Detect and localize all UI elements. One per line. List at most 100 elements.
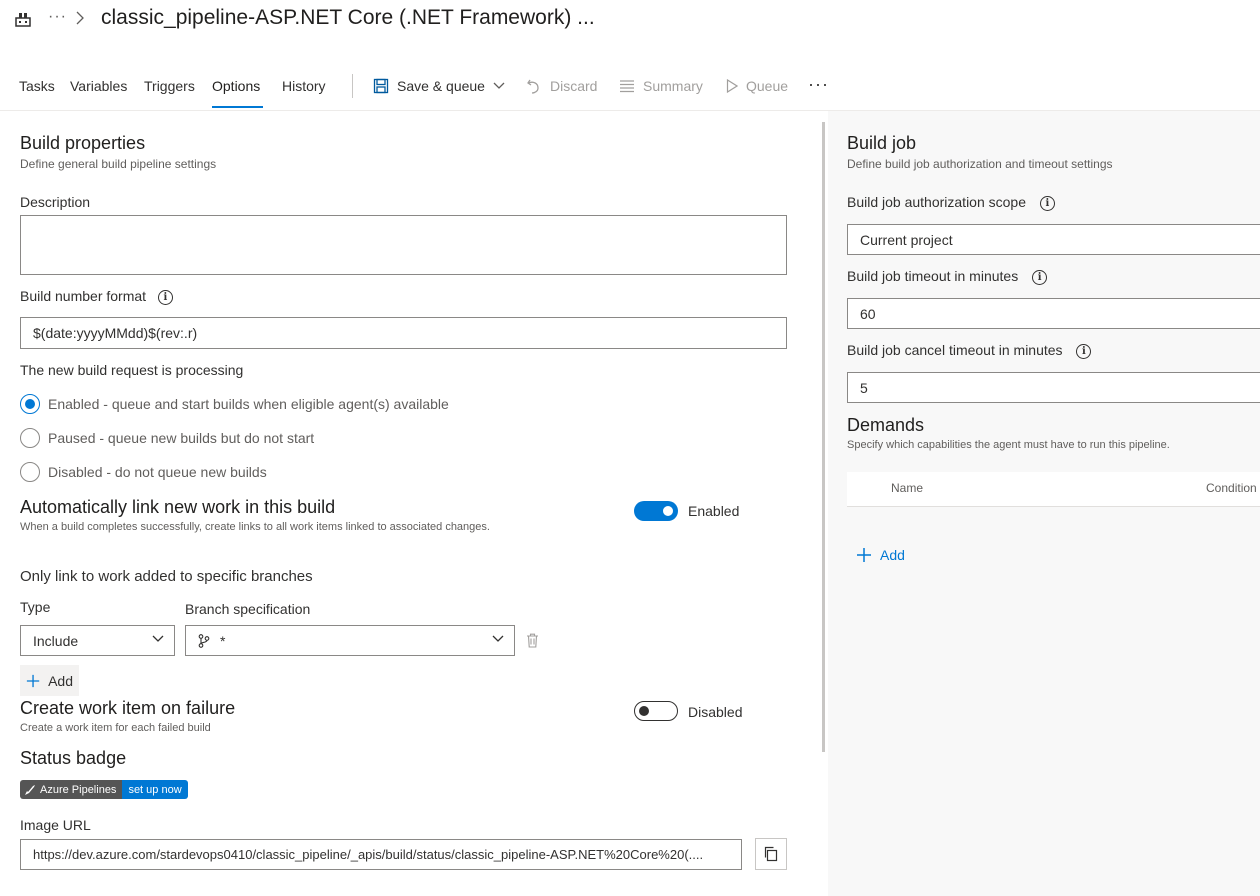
branch-dropdown-value: * <box>220 632 226 649</box>
work-item-failure-toggle-label: Disabled <box>688 704 743 720</box>
tab-bar: Tasks Variables Triggers Options History… <box>0 70 1260 110</box>
badge-right-text: set up now <box>122 780 188 799</box>
plus-icon <box>857 548 871 562</box>
add-demand-label: Add <box>880 547 905 563</box>
build-properties-subtitle: Define general build pipeline settings <box>20 157 217 171</box>
radio-selected-icon <box>20 394 40 414</box>
tab-triggers[interactable]: Triggers <box>144 78 195 94</box>
summary-label: Summary <box>643 78 703 94</box>
tab-history[interactable]: History <box>282 78 326 94</box>
auto-link-subtitle: When a build completes successfully, cre… <box>20 521 490 533</box>
tab-variables[interactable]: Variables <box>70 78 127 94</box>
cancel-timeout-text: Build job cancel timeout in minutes <box>847 342 1063 358</box>
radio-unselected-icon <box>20 428 40 448</box>
chevron-down-icon <box>152 635 164 642</box>
build-properties-title: Build properties <box>20 133 146 153</box>
plus-icon <box>26 674 40 687</box>
build-number-format-input[interactable]: $(date:yyyyMMdd)$(rev:.r) <box>20 317 787 349</box>
add-demand-button[interactable]: Add <box>850 540 911 570</box>
list-icon <box>620 80 634 93</box>
build-number-format-text: Build number format <box>20 288 147 304</box>
branch-icon <box>198 633 210 648</box>
cancel-timeout-input[interactable]: 5 <box>847 372 1260 403</box>
timeout-input[interactable]: 60 <box>847 298 1260 329</box>
add-branch-label: Add <box>48 672 73 689</box>
radio-disabled[interactable]: Disabled - do not queue new builds <box>20 462 267 482</box>
demands-title: Demands <box>847 415 925 435</box>
page-title: classic_pipeline-ASP.NET Core (.NET Fram… <box>101 6 595 29</box>
undo-icon <box>527 79 539 94</box>
status-badge-title: Status badge <box>20 748 127 768</box>
chevron-down-icon <box>493 82 505 89</box>
save-icon <box>373 78 389 94</box>
pipeline-icon <box>15 13 31 27</box>
build-job-title: Build job <box>847 133 917 153</box>
image-url-label: Image URL <box>20 817 91 833</box>
info-icon[interactable]: i <box>1032 269 1048 285</box>
work-item-failure-title: Create work item on failure <box>20 698 236 718</box>
timeout-text: Build job timeout in minutes <box>847 268 1019 284</box>
active-tab-indicator <box>212 106 263 108</box>
info-icon[interactable]: i <box>157 289 173 305</box>
processing-label: The new build request is processing <box>20 362 244 378</box>
radio-enabled[interactable]: Enabled - queue and start builds when el… <box>20 394 449 414</box>
more-actions-button[interactable]: ··· <box>808 74 829 95</box>
auth-scope-label: Build job authorization scope i <box>847 194 1055 211</box>
radio-disabled-label: Disabled - do not queue new builds <box>48 464 267 480</box>
chevron-down-icon <box>492 635 504 642</box>
save-queue-label: Save & queue <box>397 78 485 94</box>
image-url-field[interactable]: https://dev.azure.com/stardevops0410/cla… <box>20 839 742 870</box>
branches-title: Only link to work added to specific bran… <box>20 568 313 585</box>
discard-button[interactable]: Discard <box>526 78 597 94</box>
play-icon <box>726 79 738 93</box>
queue-label: Queue <box>746 78 789 94</box>
auto-link-toggle-label: Enabled <box>688 503 740 519</box>
summary-button[interactable]: Summary <box>619 78 703 94</box>
auto-link-toggle[interactable] <box>634 501 678 521</box>
info-icon[interactable]: i <box>1076 343 1092 359</box>
work-item-failure-subtitle: Create a work item for each failed build <box>20 722 211 734</box>
build-job-subtitle: Define build job authorization and timeo… <box>847 157 1113 171</box>
add-branch-button[interactable]: Add <box>20 665 79 696</box>
chevron-right-icon <box>76 11 84 25</box>
badge-left: Azure Pipelines <box>20 780 123 799</box>
radio-enabled-label: Enabled - queue and start builds when el… <box>48 396 449 412</box>
panel-splitter[interactable] <box>822 122 825 752</box>
auth-scope-text: Build job authorization scope <box>847 194 1027 210</box>
copy-button[interactable] <box>755 838 787 870</box>
auth-scope-dropdown[interactable]: Current project <box>847 224 1260 255</box>
description-label: Description <box>20 194 91 210</box>
discard-label: Discard <box>550 78 598 94</box>
timeout-label: Build job timeout in minutes i <box>847 268 1048 285</box>
demands-table-header: Name Condition <box>847 472 1260 507</box>
demands-subtitle: Specify which capabilities the agent mus… <box>847 439 1170 451</box>
column-header-condition[interactable]: Condition <box>1206 481 1257 495</box>
save-queue-button[interactable]: Save & queue <box>373 78 505 94</box>
radio-paused[interactable]: Paused - queue new builds but do not sta… <box>20 428 314 448</box>
breadcrumb-more-button[interactable]: ··· <box>48 8 67 26</box>
radio-unselected-icon <box>20 462 40 482</box>
status-badge[interactable]: Azure Pipelines set up now <box>20 780 188 799</box>
branch-specification-label: Branch specification <box>185 601 311 617</box>
type-label: Type <box>20 599 51 615</box>
badge-left-text: Azure Pipelines <box>40 783 117 796</box>
column-header-name[interactable]: Name <box>891 481 923 495</box>
type-dropdown-value: Include <box>33 632 79 649</box>
trash-icon[interactable] <box>526 633 539 648</box>
tab-tasks[interactable]: Tasks <box>19 78 55 94</box>
auto-link-title: Automatically link new work in this buil… <box>20 497 336 517</box>
info-icon[interactable]: i <box>1039 195 1055 211</box>
radio-paused-label: Paused - queue new builds but do not sta… <box>48 430 315 446</box>
copy-icon <box>764 846 778 862</box>
description-input[interactable] <box>20 215 787 275</box>
build-number-format-label: Build number format i <box>20 288 173 305</box>
queue-button[interactable]: Queue <box>726 78 788 94</box>
branch-dropdown[interactable]: * <box>185 625 515 656</box>
tab-options[interactable]: Options <box>212 78 260 94</box>
header-bar: ··· classic_pipeline-ASP.NET Core (.NET … <box>0 0 1260 44</box>
azure-pipelines-icon <box>25 784 35 795</box>
toolbar-divider <box>352 74 353 98</box>
work-item-failure-toggle[interactable] <box>634 701 678 721</box>
type-dropdown[interactable]: Include <box>20 625 175 656</box>
cancel-timeout-label: Build job cancel timeout in minutes i <box>847 342 1092 359</box>
